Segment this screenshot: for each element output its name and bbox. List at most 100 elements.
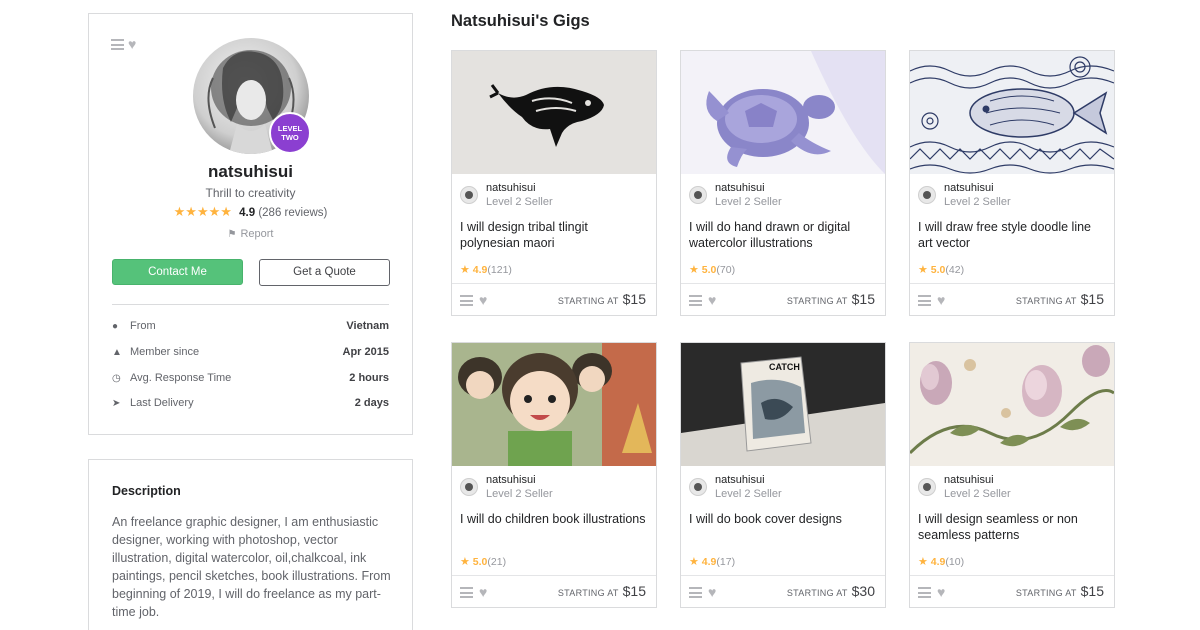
gig-review-count: (21) [487, 556, 507, 568]
star-rating-icon: ★★★★★ [173, 204, 232, 219]
gig-seller-name[interactable]: natsuhisui [715, 182, 782, 195]
collections-menu-icon[interactable] [918, 587, 931, 598]
report-link[interactable]: ⚑ Report [89, 228, 412, 240]
gig-thumbnail[interactable] [452, 51, 656, 174]
level-badge-line2: TWO [281, 133, 299, 142]
starting-at-label: STARTING AT [557, 588, 619, 598]
rating-value: 4.9 [239, 207, 256, 219]
star-icon: ★ [918, 264, 928, 276]
gig-rating-value: 4.9 [930, 556, 946, 568]
book-cover-title-text: CATCH [769, 362, 800, 372]
gig-seller-info: natsuhisui Level 2 Seller [460, 182, 553, 209]
collections-menu-icon[interactable] [918, 295, 931, 306]
gig-price-value: $15 [1080, 583, 1104, 599]
level-badge-line1: LEVEL [277, 124, 303, 133]
gig-seller-info: natsuhisui Level 2 Seller [460, 474, 553, 501]
gig-title[interactable]: I will do hand drawn or digital watercol… [689, 219, 879, 251]
stat-label: From [130, 320, 156, 332]
get-a-quote-button[interactable]: Get a Quote [259, 259, 390, 286]
gig-seller-level: Level 2 Seller [944, 196, 1011, 208]
gig-seller-name[interactable]: natsuhisui [944, 182, 1011, 195]
gig-seller-level: Level 2 Seller [944, 488, 1011, 500]
gig-seller-name[interactable]: natsuhisui [486, 474, 553, 487]
heart-icon[interactable]: ♥ [937, 585, 945, 599]
gig-footer: ♥ STARTING AT $15 [452, 283, 656, 316]
gig-card[interactable]: natsuhisui Level 2 Seller I will do chil… [451, 342, 657, 608]
gig-review-count: (17) [716, 556, 736, 568]
gig-title[interactable]: I will do children book illustrations [460, 511, 650, 527]
gig-footer: ♥ STARTING AT $15 [452, 575, 656, 608]
gig-thumbnail[interactable] [910, 51, 1114, 174]
heart-icon[interactable]: ♥ [479, 293, 487, 307]
gig-price-value: $30 [851, 583, 875, 599]
gig-rating-value: 5.0 [472, 556, 488, 568]
gig-title[interactable]: I will draw free style doodle line art v… [918, 219, 1108, 251]
heart-icon[interactable]: ♥ [479, 585, 487, 599]
gig-rating-value: 4.9 [472, 264, 488, 276]
seller-username[interactable]: natsuhisui [89, 162, 412, 182]
star-icon: ★ [689, 264, 699, 276]
gig-seller-level: Level 2 Seller [715, 196, 782, 208]
gig-footer: ♥ STARTING AT $15 [910, 575, 1114, 608]
gig-price: STARTING AT $15 [787, 291, 875, 307]
gig-title[interactable]: I will design seamless or non seamless p… [918, 511, 1108, 543]
gig-title[interactable]: I will do book cover designs [689, 511, 879, 527]
avatar[interactable]: LEVEL TWO [193, 38, 311, 154]
report-label: Report [240, 228, 274, 240]
gig-price: STARTING AT $15 [558, 291, 646, 307]
gig-card[interactable]: natsuhisui Level 2 Seller I will do hand… [680, 50, 886, 316]
gig-price: STARTING AT $15 [1016, 291, 1104, 307]
gig-card[interactable]: CATCH natsuhisui Level 2 Seller I will d… [680, 342, 886, 608]
gigs-heading: Natsuhisui's Gigs [451, 12, 590, 30]
starting-at-label: STARTING AT [786, 588, 848, 598]
gig-price: STARTING AT $15 [1016, 583, 1104, 599]
gig-thumbnail[interactable]: CATCH [681, 343, 885, 466]
gig-thumbnail[interactable] [452, 343, 656, 466]
gig-rating: ★ 4.9(121) [460, 263, 512, 276]
stat-value: Vietnam [346, 320, 389, 332]
gig-seller-name[interactable]: natsuhisui [715, 474, 782, 487]
gig-seller-name[interactable]: natsuhisui [486, 182, 553, 195]
collections-menu-icon[interactable] [689, 587, 702, 598]
collections-menu-icon[interactable] [689, 295, 702, 306]
flag-icon: ⚑ [227, 229, 237, 240]
heart-icon[interactable]: ♥ [708, 293, 716, 307]
gig-thumbnail[interactable] [910, 343, 1114, 466]
star-icon: ★ [918, 556, 928, 568]
gig-card[interactable]: natsuhisui Level 2 Seller I will design … [909, 342, 1115, 608]
description-text: An freelance graphic designer, I am enth… [112, 515, 391, 619]
collections-menu-icon[interactable] [460, 587, 473, 598]
location-pin-icon: ● [112, 320, 119, 332]
stat-member-since: ▲ Member since Apr 2015 [112, 344, 389, 360]
seller-mini-avatar [460, 186, 478, 204]
gig-rating-value: 5.0 [701, 264, 717, 276]
clock-icon: ◷ [112, 372, 121, 384]
heart-icon[interactable]: ♥ [937, 293, 945, 307]
gig-rating-value: 5.0 [930, 264, 946, 276]
gig-card[interactable]: natsuhisui Level 2 Seller I will draw fr… [909, 50, 1115, 316]
gig-seller-info: natsuhisui Level 2 Seller [918, 182, 1011, 209]
review-count[interactable]: (286 reviews) [258, 207, 327, 219]
gig-rating: ★ 5.0(42) [918, 263, 964, 276]
starting-at-label: STARTING AT [786, 296, 848, 306]
stat-label: Member since [130, 346, 200, 358]
gig-thumbnail[interactable] [681, 51, 885, 174]
heart-icon[interactable]: ♥ [128, 37, 136, 51]
gig-seller-level: Level 2 Seller [486, 488, 553, 500]
divider [112, 304, 389, 305]
gig-footer: ♥ STARTING AT $30 [681, 575, 885, 608]
heart-icon[interactable]: ♥ [708, 585, 716, 599]
stat-last-delivery: ➤ Last Delivery 2 days [112, 395, 389, 411]
description-title: Description [112, 484, 181, 498]
collections-menu-icon[interactable] [111, 39, 124, 50]
gig-review-count: (121) [487, 264, 512, 276]
gig-seller-name[interactable]: natsuhisui [944, 474, 1011, 487]
description-card: Description An freelance graphic designe… [88, 459, 413, 630]
contact-me-button[interactable]: Contact Me [112, 259, 243, 285]
stat-value: 2 days [354, 397, 389, 409]
level-two-badge: LEVEL TWO [269, 112, 311, 154]
gig-card[interactable]: natsuhisui Level 2 Seller I will design … [451, 50, 657, 316]
gig-title[interactable]: I will design tribal tlingit polynesian … [460, 219, 650, 251]
gig-rating: ★ 4.9(10) [918, 555, 964, 568]
collections-menu-icon[interactable] [460, 295, 473, 306]
